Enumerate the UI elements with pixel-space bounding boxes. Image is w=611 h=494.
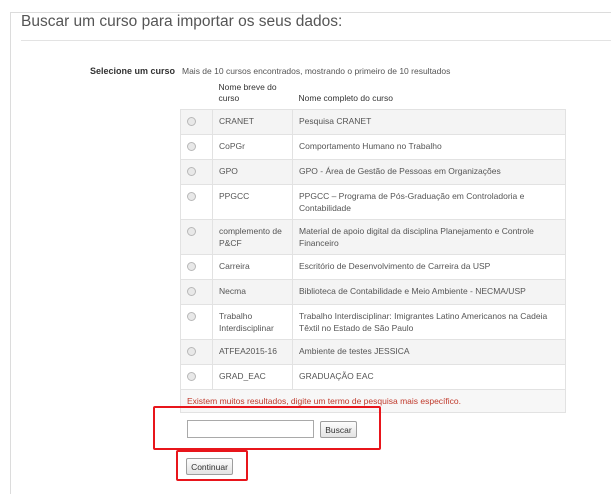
course-radio[interactable] xyxy=(187,117,196,126)
course-short-name: GPO xyxy=(212,159,293,185)
course-select-label: Selecione um curso xyxy=(90,66,176,76)
course-short-name: ATFEA2015-16 xyxy=(212,339,293,365)
course-full-name: Trabalho Interdisciplinar: Imigrantes La… xyxy=(292,304,566,340)
course-short-name: Trabalho Interdisciplinar xyxy=(212,304,293,340)
course-row[interactable]: GPO GPO - Área de Gestão de Pessoas em O… xyxy=(180,159,566,185)
course-radio[interactable] xyxy=(187,312,196,321)
course-full-name: Pesquisa CRANET xyxy=(292,109,566,135)
course-full-name: PPGCC – Programa de Pós-Graduação em Con… xyxy=(292,184,566,220)
continue-button[interactable]: Continuar xyxy=(186,458,233,475)
course-short-name: GRAD_EAC xyxy=(212,364,293,390)
full-name-header: Nome completo do curso xyxy=(298,93,394,103)
course-short-name: Necma xyxy=(212,279,293,305)
course-short-name: PPGCC xyxy=(212,184,293,220)
course-short-name: Carreira xyxy=(212,254,293,280)
too-many-results-warning: Existem muitos resultados, digite um ter… xyxy=(180,389,566,413)
short-name-header: Nome breve do curso xyxy=(218,82,277,103)
course-radio[interactable] xyxy=(187,142,196,151)
course-radio[interactable] xyxy=(187,287,196,296)
course-row[interactable]: ATFEA2015-16 Ambiente de testes JESSICA xyxy=(180,339,566,365)
warning-row: Existem muitos resultados, digite um ter… xyxy=(180,389,566,413)
course-row[interactable]: CoPGr Comportamento Humano no Trabalho xyxy=(180,134,566,160)
search-input[interactable] xyxy=(187,420,314,438)
course-row[interactable]: Carreira Escritório de Desenvolvimento d… xyxy=(180,254,566,280)
results-status-text: Mais de 10 cursos encontrados, mostrando… xyxy=(182,66,451,76)
course-radio[interactable] xyxy=(187,167,196,176)
course-full-name: Biblioteca de Contabilidade e Meio Ambie… xyxy=(292,279,566,305)
course-full-name: GRADUAÇÃO EAC xyxy=(292,364,566,390)
course-radio[interactable] xyxy=(187,347,196,356)
course-row[interactable]: Trabalho Interdisciplinar Trabalho Inter… xyxy=(180,304,566,340)
table-header-row: Nome breve do curso Nome completo do cur… xyxy=(181,79,566,110)
course-full-name: GPO - Área de Gestão de Pessoas em Organ… xyxy=(292,159,566,185)
radio-column-header xyxy=(181,79,213,110)
course-radio[interactable] xyxy=(187,372,196,381)
legend-divider xyxy=(21,40,611,41)
fieldset-legend: Buscar um curso para importar os seus da… xyxy=(21,13,343,30)
course-short-name: CoPGr xyxy=(212,134,293,160)
course-row[interactable]: GRAD_EAC GRADUAÇÃO EAC xyxy=(180,364,566,390)
course-results-table: Nome breve do curso Nome completo do cur… xyxy=(180,79,566,413)
course-row[interactable]: PPGCC PPGCC – Programa de Pós-Graduação … xyxy=(180,184,566,220)
course-full-name: Comportamento Humano no Trabalho xyxy=(292,134,566,160)
course-short-name: complemento de P&CF xyxy=(212,219,293,255)
course-radio[interactable] xyxy=(187,227,196,236)
course-row[interactable]: Necma Biblioteca de Contabilidade e Meio… xyxy=(180,279,566,305)
course-short-name: CRANET xyxy=(212,109,293,135)
course-full-name: Escritório de Desenvolvimento de Carreir… xyxy=(292,254,566,280)
course-full-name: Ambiente de testes JESSICA xyxy=(292,339,566,365)
course-row[interactable]: CRANET Pesquisa CRANET xyxy=(180,109,566,135)
course-radio[interactable] xyxy=(187,192,196,201)
search-button[interactable]: Buscar xyxy=(320,421,357,438)
course-radio[interactable] xyxy=(187,262,196,271)
course-row[interactable]: complemento de P&CF Material de apoio di… xyxy=(180,219,566,255)
course-full-name: Material de apoio digital da disciplina … xyxy=(292,219,566,255)
